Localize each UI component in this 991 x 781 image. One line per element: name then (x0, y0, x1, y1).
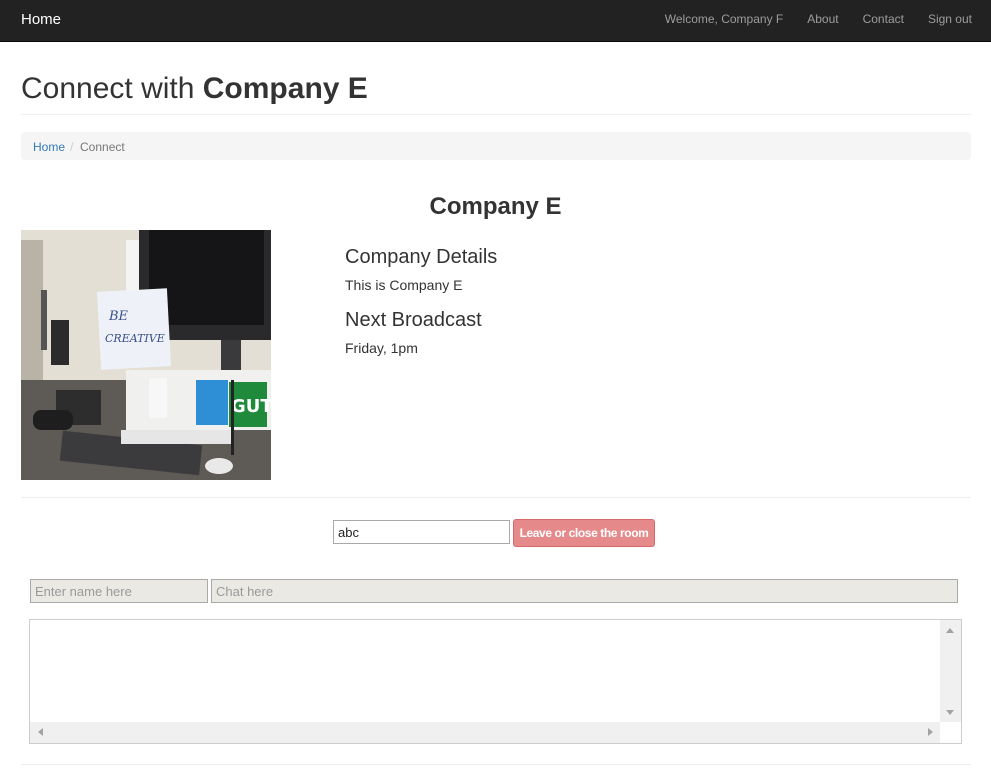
page-title-prefix: Connect with (21, 72, 203, 105)
section-divider (21, 497, 971, 498)
scrollbar-corner (940, 722, 961, 743)
next-broadcast-heading: Next Broadcast (345, 309, 482, 331)
chat-name-input[interactable] (30, 579, 208, 603)
page-title: Connect with Company E (21, 72, 368, 106)
nav-welcome-text: Welcome, Company F (664, 12, 784, 26)
office-desk-image: BE CREATIVE GUT (21, 230, 271, 480)
page-title-company: Company E (202, 72, 368, 105)
company-details-text: This is Company E (345, 277, 463, 293)
nav-link-contact[interactable]: Contact (863, 12, 904, 26)
chat-log-vertical-scrollbar[interactable] (940, 620, 961, 723)
breadcrumb-separator: / (70, 140, 74, 154)
next-broadcast-text: Friday, 1pm (345, 340, 418, 356)
breadcrumb-home-link[interactable]: Home (33, 140, 65, 154)
scroll-down-arrow-icon[interactable] (946, 710, 954, 715)
nav-brand-home-link[interactable]: Home (21, 11, 61, 28)
top-navbar: Home Welcome, Company F About Contact Si… (0, 0, 991, 42)
company-photo: BE CREATIVE GUT (21, 230, 271, 480)
photo-note-text-creative: CREATIVE (105, 332, 165, 345)
header-divider (21, 114, 971, 115)
room-id-input[interactable] (333, 520, 510, 544)
company-name-heading: Company E (429, 193, 562, 220)
company-details-heading: Company Details (345, 246, 498, 268)
breadcrumb: Home / Connect (21, 132, 971, 160)
breadcrumb-current: Connect (80, 140, 125, 154)
leave-room-button[interactable]: Leave or close the room (513, 519, 655, 547)
scroll-right-arrow-icon[interactable] (928, 728, 933, 736)
photo-sticker-text-gut: GUT (231, 396, 271, 417)
photo-note-text-be: BE (108, 309, 129, 324)
chat-message-input[interactable] (211, 579, 958, 603)
chat-log-horizontal-scrollbar[interactable] (30, 722, 941, 743)
chat-log-area[interactable] (29, 619, 962, 744)
nav-link-about[interactable]: About (807, 12, 838, 26)
scroll-left-arrow-icon[interactable] (38, 728, 43, 736)
footer-divider (21, 764, 971, 765)
nav-right-links: Welcome, Company F About Contact Sign ou… (665, 12, 972, 26)
scroll-up-arrow-icon[interactable] (946, 628, 954, 633)
nav-link-sign-out[interactable]: Sign out (928, 12, 972, 26)
